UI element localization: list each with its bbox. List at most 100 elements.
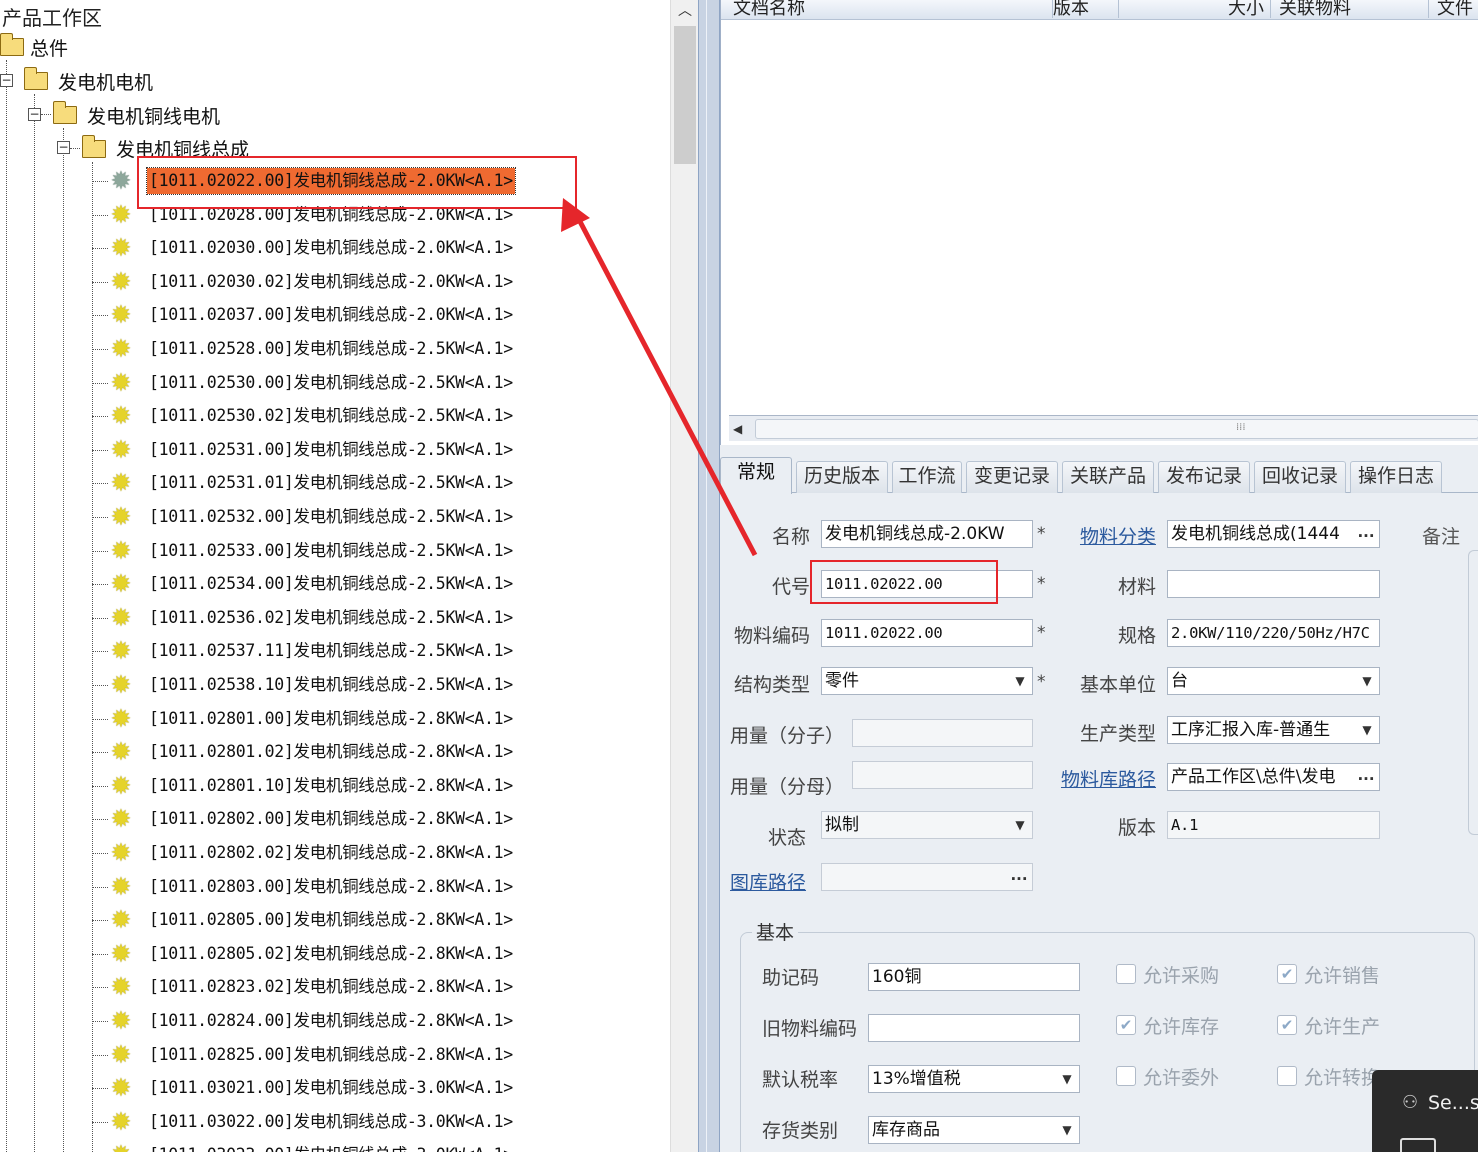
base-unit-select[interactable]: 台 ▼ [1167,667,1380,695]
version-field[interactable]: A.1 [1167,811,1380,839]
tab-operation-log[interactable]: 操作日志 [1350,461,1442,493]
material-library-path-field[interactable]: 产品工作区\总件\发电 ... [1167,763,1380,791]
browse-ellipsis-icon[interactable]: ... [1355,766,1377,788]
collapse-icon[interactable]: − [57,141,70,154]
column-header-size[interactable]: 大小 [1119,0,1271,19]
material-class-field[interactable]: 发电机铜线总成(1444 ... [1167,520,1380,548]
tab-recycle-records[interactable]: 回收记录 [1254,461,1346,493]
tree-item[interactable]: [1011.02533.00]发电机铜线总成-2.5KW<A.1> [147,538,515,564]
tree-item[interactable]: [1011.02802.00]发电机铜线总成-2.8KW<A.1> [147,806,515,832]
tab-workflow[interactable]: 工作流 [892,461,962,493]
drawing-library-path-link[interactable]: 图库路径 [730,868,806,895]
tree-item[interactable]: [1011.02528.00]发电机铜线总成-2.5KW<A.1> [147,336,515,362]
tree-line [92,920,108,922]
scroll-thumb[interactable] [674,26,696,164]
tree-item[interactable]: [1011.02536.02]发电机铜线总成-2.5KW<A.1> [147,605,515,631]
column-header-version[interactable]: 版本 [1053,0,1119,19]
mnemonic-field[interactable]: 160铜 [868,963,1080,991]
scroll-up-arrow-icon[interactable]: ︿ [671,0,699,22]
chevron-down-icon[interactable]: ▼ [1010,815,1030,835]
tree-node-root[interactable]: 总件 [30,34,68,61]
tree-item[interactable]: [1011.02805.02]发电机铜线总成-2.8KW<A.1> [147,941,515,967]
chevron-down-icon[interactable]: ▼ [1010,671,1030,691]
column-header-file[interactable]: 文件 [1437,0,1478,19]
collapse-icon[interactable]: − [28,108,41,121]
material-library-path-link[interactable]: 物料库路径 [1050,765,1156,792]
tree-item[interactable]: [1011.02823.02]发电机铜线总成-2.8KW<A.1> [147,974,515,1000]
tree-item[interactable]: [1011.02531.00]发电机铜线总成-2.5KW<A.1> [147,437,515,463]
tab-related-products[interactable]: 关联产品 [1062,461,1154,493]
tab-change-records[interactable]: 变更记录 [966,461,1058,493]
tree-item[interactable]: [1011.02803.00]发电机铜线总成-2.8KW<A.1> [147,874,515,900]
checkbox-checked[interactable]: ✔ [1116,1015,1136,1035]
scroll-track[interactable]: ⁞⁞⁞ [755,419,1478,439]
inventory-class-value: 库存商品 [872,1120,940,1140]
tree-item[interactable]: [1011.02805.00]发电机铜线总成-2.8KW<A.1> [147,907,515,933]
tree-item[interactable]: [1011.02801.00]发电机铜线总成-2.8KW<A.1> [147,706,515,732]
part-gear-icon: ✹ [110,838,132,867]
material-code-label: 物料编码 [733,625,810,647]
material-class-link[interactable]: 物料分类 [1060,522,1156,549]
keyboard-icon[interactable] [1400,1138,1436,1152]
tree-item[interactable]: [1011.03022.00]发电机铜线总成-3.0KW<A.1> [147,1109,515,1135]
tree-item[interactable]: [1011.02824.00]发电机铜线总成-2.8KW<A.1> [147,1008,515,1034]
old-material-code-field[interactable] [868,1014,1080,1042]
tree-item[interactable]: [1011.02530.00]发电机铜线总成-2.5KW<A.1> [147,370,515,396]
browse-ellipsis-icon[interactable]: ... [1008,866,1030,888]
tab-general[interactable]: 常规 [720,457,792,494]
production-type-select[interactable]: 工序汇报入库-普通生 ▼ [1167,716,1380,744]
collapse-icon[interactable]: − [0,74,13,87]
tree-item[interactable]: [1011.02537.11]发电机铜线总成-2.5KW<A.1> [147,638,515,664]
column-header-related-material[interactable]: 关联物料 [1279,0,1429,19]
checkbox-checked[interactable]: ✔ [1277,1015,1297,1035]
tree-item[interactable]: [1011.02531.01]发电机铜线总成-2.5KW<A.1> [147,470,515,496]
tree-item[interactable]: [1011.02538.10]发电机铜线总成-2.5KW<A.1> [147,672,515,698]
checkbox-unchecked[interactable] [1116,964,1136,984]
tree-item[interactable]: [1011.02532.00]发电机铜线总成-2.5KW<A.1> [147,504,515,530]
default-tax-rate-select[interactable]: 13%增值税 ▼ [868,1065,1080,1093]
chevron-down-icon[interactable]: ▼ [1057,1120,1077,1140]
scroll-left-arrow-icon[interactable]: ◀ [733,419,751,439]
chevron-down-icon[interactable]: ▼ [1057,1069,1077,1089]
part-gear-icon: ✹ [110,502,132,531]
tree-node-level2[interactable]: 发电机铜线电机 [87,102,220,129]
spec-field[interactable]: 2.0KW/110/220/50Hz/H7C [1167,619,1380,647]
doc-horizontal-scrollbar[interactable]: ◀ ⁞⁞⁞ [729,415,1478,441]
tree-scrollbar[interactable]: ︿ [670,0,698,1152]
column-header-doc-name[interactable]: 文档名称 [733,0,1053,19]
browse-ellipsis-icon[interactable]: ... [1355,523,1377,545]
tree-node-level1[interactable]: 发电机电机 [58,68,153,95]
tree-item[interactable]: [1011.02037.00]发电机铜线总成-2.0KW<A.1> [147,302,515,328]
part-gear-icon: ✹ [110,367,132,397]
status-select[interactable]: 拟制 ▼ [821,811,1033,839]
tree-item[interactable]: [1011.02802.02]发电机铜线总成-2.8KW<A.1> [147,840,515,866]
checkbox-checked[interactable]: ✔ [1277,964,1297,984]
material-code-field[interactable]: 1011.02022.00 [821,619,1033,647]
drawing-library-path-field[interactable]: ... [821,863,1033,891]
checkbox-unchecked[interactable] [1277,1066,1297,1086]
qty-numerator-field[interactable] [852,719,1033,747]
chevron-down-icon[interactable]: ▼ [1357,720,1377,740]
name-field[interactable]: 发电机铜线总成-2.0KW [821,520,1033,548]
tab-release-records[interactable]: 发布记录 [1158,461,1250,493]
tree-item[interactable]: [1011.02801.10]发电机铜线总成-2.8KW<A.1> [147,773,515,799]
material-field[interactable] [1167,570,1380,598]
tab-history-versions[interactable]: 历史版本 [796,461,888,493]
structure-type-select[interactable]: 零件 ▼ [821,667,1033,695]
notes-box[interactable] [1468,550,1478,835]
inventory-class-select[interactable]: 库存商品 ▼ [868,1116,1080,1144]
tree-item[interactable]: [1011.02030.02]发电机铜线总成-2.0KW<A.1> [147,269,515,295]
tree-item[interactable]: [1011.02534.00]发电机铜线总成-2.5KW<A.1> [147,571,515,597]
tree-item[interactable]: [1011.02825.00]发电机铜线总成-2.8KW<A.1> [147,1042,515,1068]
floating-notification[interactable]: ⚇ Se...st [1372,1070,1478,1152]
part-gear-icon: ✹ [110,468,132,498]
tree-item[interactable]: [1011.02801.02]发电机铜线总成-2.8KW<A.1> [147,739,515,765]
checkbox-unchecked[interactable] [1116,1066,1136,1086]
tree-item[interactable]: [1011.02030.00]发电机铜线总成-2.0KW<A.1> [147,235,515,261]
tree-item[interactable]: [1011.03023.00]发电机铜线总成-3.0KW<A.1> [147,1142,515,1152]
tree-item[interactable]: [1011.03021.00]发电机铜线总成-3.0KW<A.1> [147,1075,515,1101]
pane-splitter[interactable] [698,0,720,1152]
qty-denominator-field[interactable] [852,761,1033,789]
tree-item[interactable]: [1011.02530.02]发电机铜线总成-2.5KW<A.1> [147,403,515,429]
chevron-down-icon[interactable]: ▼ [1357,671,1377,691]
